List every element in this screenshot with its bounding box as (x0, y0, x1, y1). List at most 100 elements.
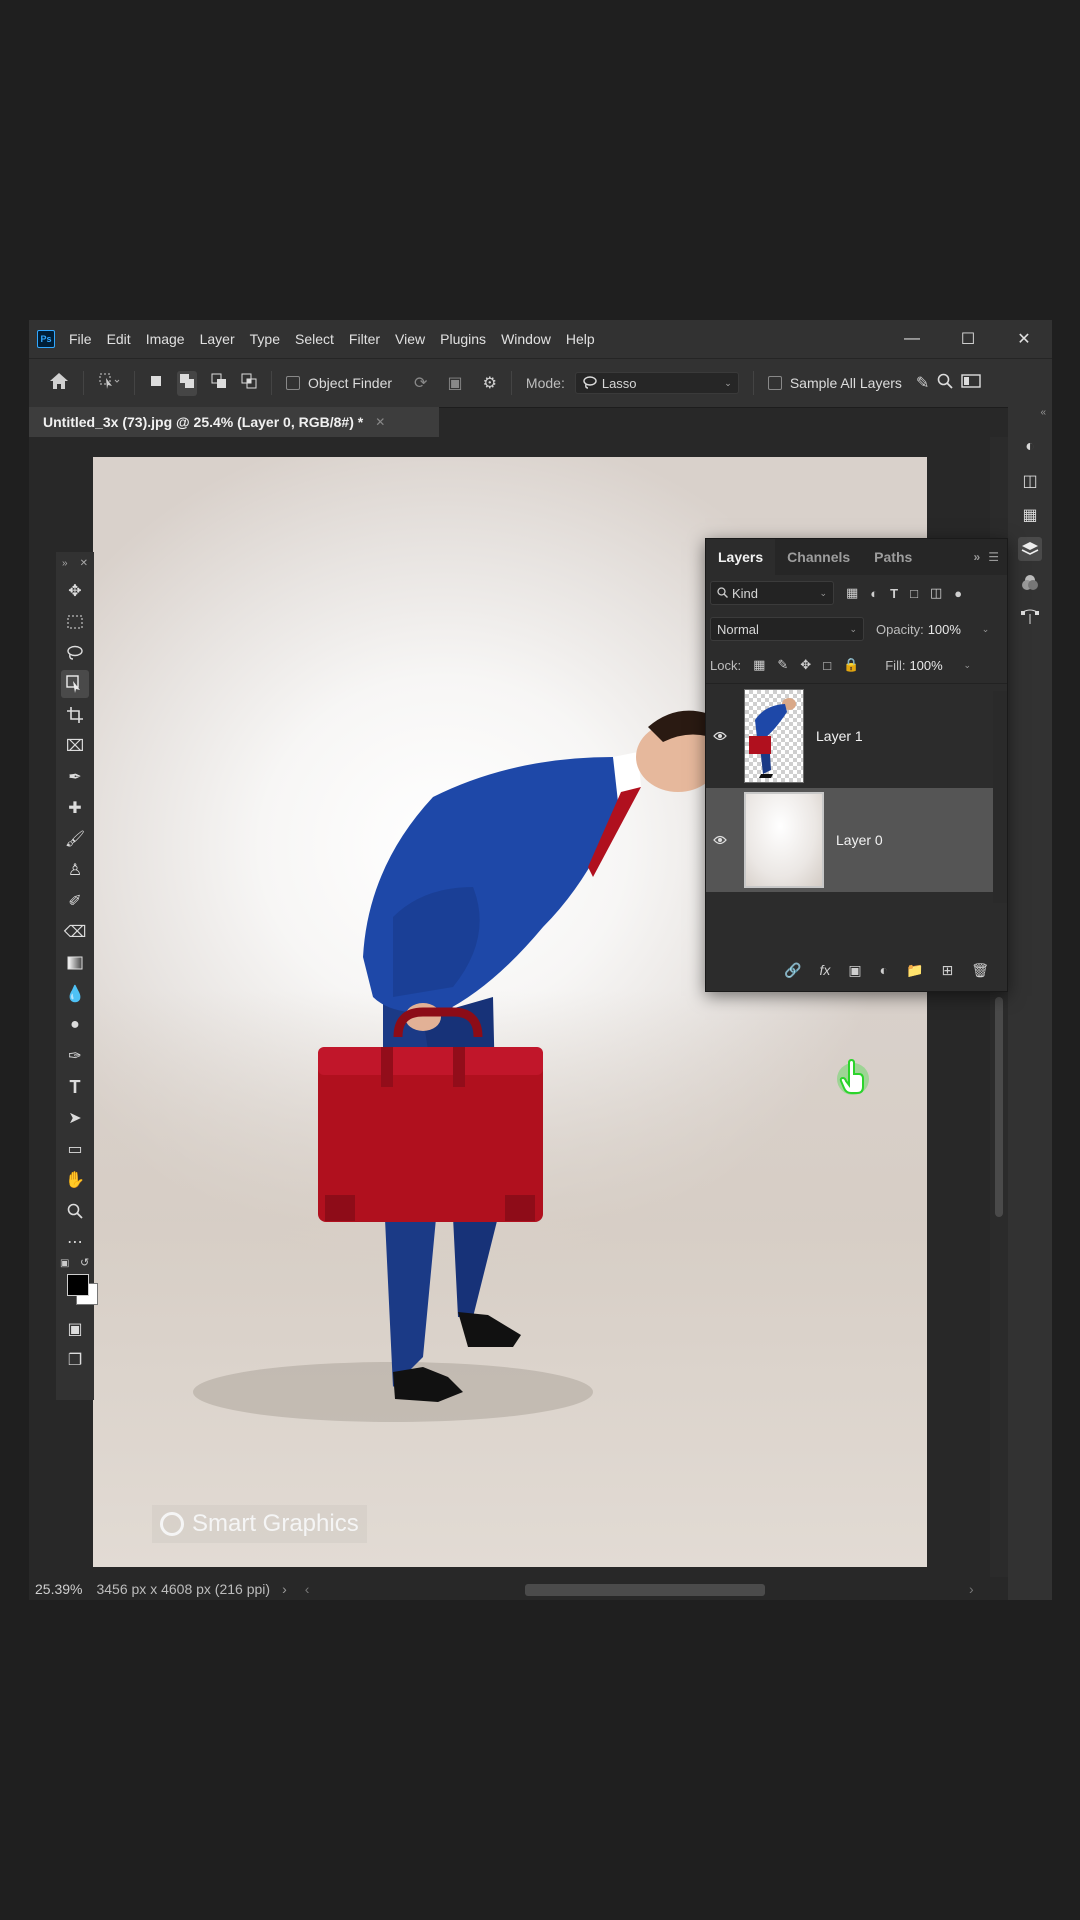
blend-mode-dropdown[interactable]: Normal ⌄ (710, 617, 864, 641)
zoom-tool-icon[interactable] (61, 1197, 89, 1225)
zoom-level[interactable]: 25.39% (35, 1581, 82, 1597)
panel-menu-icon[interactable]: ☰ (988, 550, 1007, 564)
menu-file[interactable]: File (69, 331, 92, 347)
layer-0-thumbnail[interactable] (744, 792, 824, 888)
menu-select[interactable]: Select (295, 331, 334, 347)
properties-icon[interactable]: ▦ (1018, 503, 1042, 527)
layer-row-layer-0[interactable]: Layer 0 (706, 788, 1007, 892)
menu-view[interactable]: View (395, 331, 425, 347)
menu-edit[interactable]: Edit (107, 331, 131, 347)
type-tool-icon[interactable]: T (61, 1073, 89, 1101)
paths-icon[interactable] (1018, 605, 1042, 629)
visibility-eye-icon[interactable] (706, 728, 734, 744)
layers-scrollbar[interactable] (993, 691, 1007, 903)
intersect-selection-icon[interactable] (241, 373, 257, 394)
crop-tool-icon[interactable] (61, 701, 89, 729)
panel-expand-icon[interactable]: » (974, 550, 989, 564)
refresh-icon[interactable]: ⟳ (414, 373, 427, 393)
eyedropper-tool-icon[interactable]: ✒ (61, 763, 89, 791)
filter-kind-dropdown[interactable]: Kind ⌄ (710, 581, 834, 605)
lock-all-icon[interactable]: 🔒 (843, 657, 859, 673)
new-adjustment-layer-icon[interactable]: ◐ (880, 962, 888, 978)
lock-transparent-pixels-icon[interactable]: ▦ (753, 657, 765, 673)
blur-tool-icon[interactable]: 💧 (61, 980, 89, 1008)
scroll-right-icon[interactable]: › (969, 1581, 974, 1597)
hand-tool-icon[interactable]: ✋ (61, 1166, 89, 1194)
workspace-icon[interactable] (961, 373, 982, 393)
layer-effects-icon[interactable]: fx (819, 962, 830, 978)
maximize-icon[interactable]: ☐ (940, 320, 996, 358)
new-selection-icon[interactable] (149, 374, 163, 393)
rectangular-marquee-tool-icon[interactable] (61, 608, 89, 636)
lock-artboard-icon[interactable]: □ (823, 658, 831, 673)
filter-toggle-icon[interactable]: ● (954, 586, 962, 601)
eraser-tool-icon[interactable]: ⌫ (61, 918, 89, 946)
opacity-input[interactable]: 100% (924, 619, 982, 639)
smart-object-filter-icon[interactable]: ◫ (930, 585, 942, 601)
subtract-from-selection-icon[interactable] (211, 373, 227, 394)
edit-toolbar-icon[interactable]: ⋯ (61, 1228, 89, 1256)
dodge-tool-icon[interactable]: ● (61, 1011, 89, 1039)
move-tool-icon[interactable]: ✥ (61, 577, 89, 605)
menu-window[interactable]: Window (501, 331, 551, 347)
lock-image-pixels-icon[interactable]: ✎ (777, 657, 788, 673)
menu-plugins[interactable]: Plugins (440, 331, 486, 347)
chevron-down-icon[interactable]: ⌄ (963, 660, 971, 671)
home-icon[interactable] (49, 372, 69, 395)
clone-stamp-tool-icon[interactable]: ♙ (61, 856, 89, 884)
object-selection-tool-preset-icon[interactable] (98, 372, 120, 395)
object-finder-checkbox[interactable]: Object Finder (286, 375, 392, 391)
menu-filter[interactable]: Filter (349, 331, 380, 347)
fill-input[interactable]: 100% (905, 655, 963, 675)
rectangle-tool-icon[interactable]: ▭ (61, 1135, 89, 1163)
checkbox[interactable] (767, 376, 782, 390)
checkbox[interactable] (286, 376, 300, 390)
add-layer-mask-icon[interactable]: ▣ (848, 962, 861, 979)
screen-mode-icon[interactable]: ❐ (61, 1346, 89, 1374)
menu-type[interactable]: Type (250, 331, 280, 347)
visibility-eye-icon[interactable] (706, 832, 734, 848)
show-all-objects-icon[interactable]: ▣ (447, 373, 462, 393)
tab-channels[interactable]: Channels (775, 539, 862, 575)
channels-icon[interactable] (1018, 571, 1042, 595)
quick-mask-icon[interactable]: ▣ (61, 1315, 89, 1343)
tab-layers[interactable]: Layers (706, 539, 776, 575)
toolbar-close-icon[interactable]: ✕ (80, 558, 88, 569)
pen-tool-icon[interactable]: ✑ (61, 1042, 89, 1070)
shape-layer-filter-icon[interactable]: □ (910, 586, 918, 601)
menu-help[interactable]: Help (566, 331, 595, 347)
frame-tool-icon[interactable]: ⌧ (61, 732, 89, 760)
menu-layer[interactable]: Layer (200, 331, 235, 347)
default-colors-icon[interactable]: ▣ (60, 1258, 69, 1269)
history-brush-icon[interactable]: ✐ (61, 887, 89, 915)
gradient-tool-icon[interactable] (61, 949, 89, 977)
delete-layer-trash-icon[interactable]: 🗑 (971, 962, 989, 979)
lock-position-icon[interactable]: ✥ (800, 657, 811, 673)
photoshop-logo-icon[interactable]: Ps (37, 330, 55, 348)
mode-dropdown[interactable]: Lasso ⌄ (574, 372, 739, 394)
settings-gear-icon[interactable]: ⚙ (483, 373, 497, 393)
layers-icon[interactable] (1018, 537, 1042, 561)
new-group-folder-icon[interactable]: 📁 (906, 962, 923, 979)
foreground-color-swatch[interactable] (67, 1274, 89, 1296)
tab-paths[interactable]: Paths (862, 539, 924, 575)
lasso-tool-icon[interactable] (61, 639, 89, 667)
adjustment-layer-filter-icon[interactable]: ◐ (870, 586, 878, 601)
layer-1-name[interactable]: Layer 1 (816, 728, 863, 744)
close-tab-icon[interactable]: ✕ (375, 415, 385, 429)
close-icon[interactable]: ✕ (996, 320, 1052, 358)
layer-row-layer-1[interactable]: Layer 1 (706, 684, 1007, 788)
scroll-left-icon[interactable]: ‹ (305, 1581, 310, 1597)
search-icon[interactable] (937, 373, 953, 394)
menu-image[interactable]: Image (146, 331, 185, 347)
link-layers-icon[interactable]: 🔗 (784, 962, 801, 979)
chevron-down-icon[interactable]: ⌄ (982, 624, 990, 635)
collapse-panels-icon[interactable]: « (1008, 407, 1052, 425)
path-selection-tool-icon[interactable]: ➤ (61, 1104, 89, 1132)
layer-1-thumbnail[interactable] (744, 689, 804, 783)
object-selection-tool-icon[interactable] (61, 670, 89, 698)
sample-all-layers-checkbox[interactable]: Sample All Layers (767, 375, 902, 391)
toolbar-expand-icon[interactable]: » (62, 558, 68, 569)
document-tab[interactable]: Untitled_3x (73).jpg @ 25.4% (Layer 0, R… (29, 407, 439, 437)
add-to-selection-icon[interactable] (177, 370, 197, 396)
